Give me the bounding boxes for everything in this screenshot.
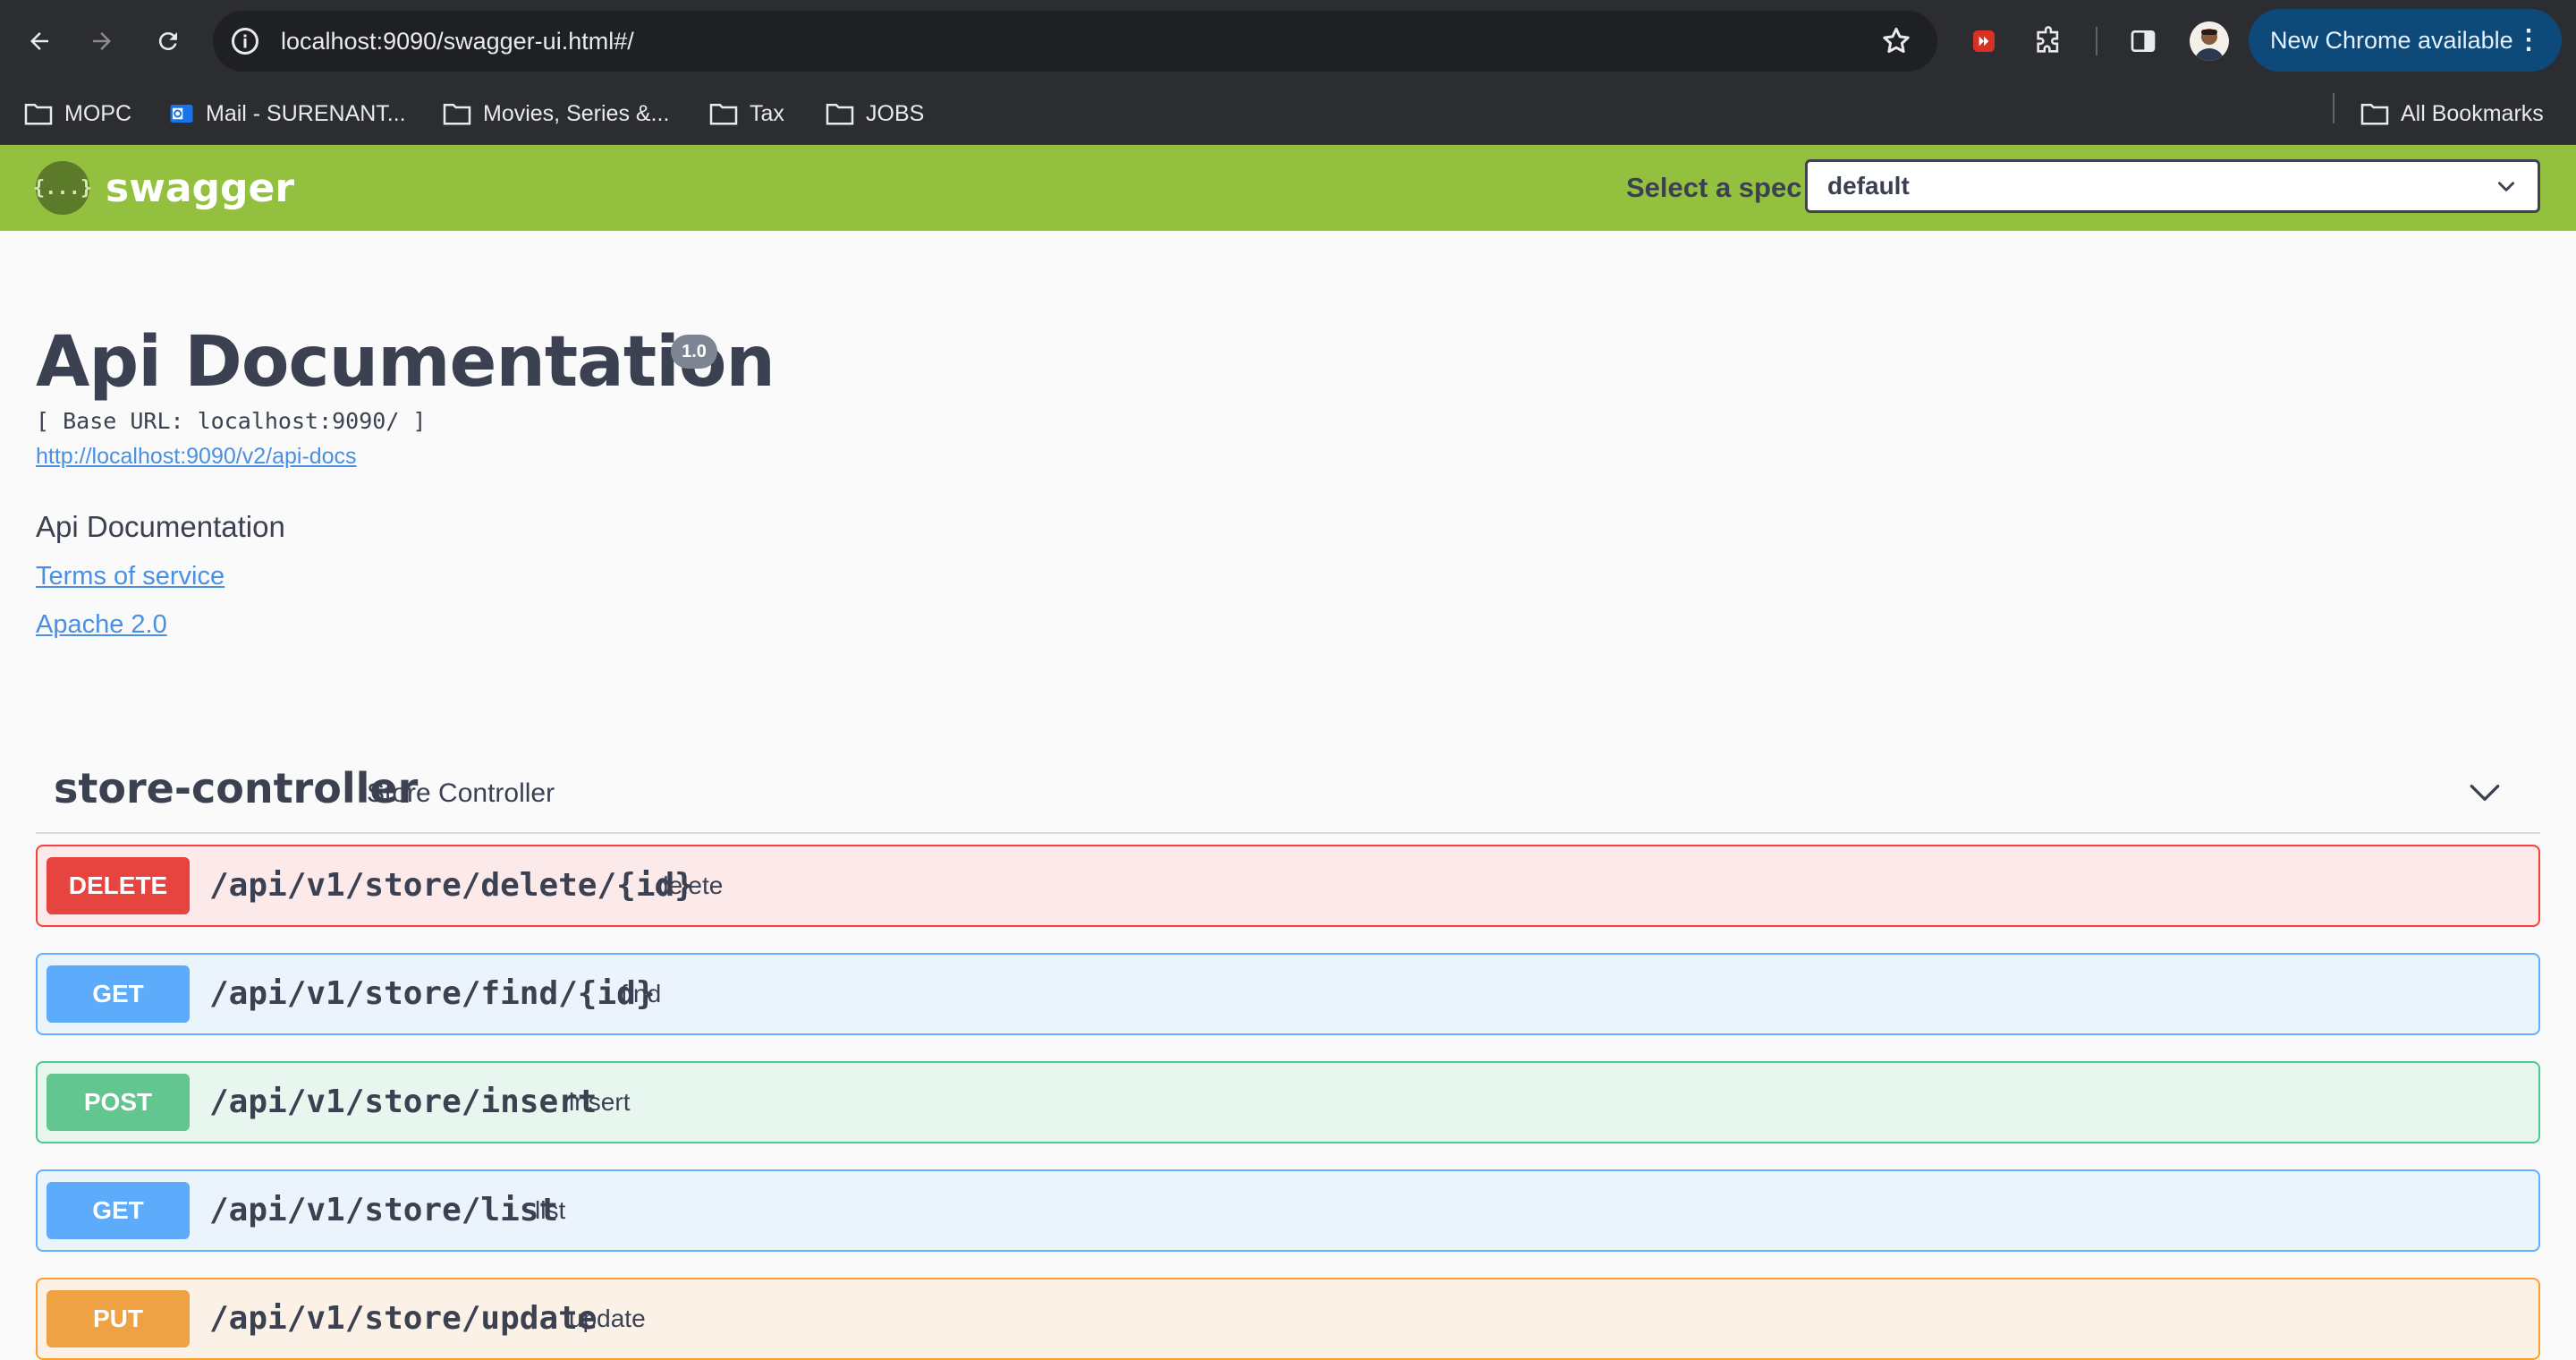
- browser-toolbar: localhost:9090/swagger-ui.html#/ New Chr…: [0, 0, 2576, 82]
- operation-summary: update: [569, 1305, 646, 1332]
- bookmarks-bar: MOPC Mail - SURENANT... Movies, Series &…: [0, 82, 2576, 145]
- media-extension-icon: [1973, 30, 1995, 52]
- reload-icon: [158, 32, 177, 51]
- swagger-logo[interactable]: {...} swagger: [33, 161, 295, 215]
- spec-select[interactable]: default: [1805, 159, 2540, 213]
- bookmark-label: JOBS: [866, 100, 925, 126]
- more-menu-icon: ⋮: [2515, 25, 2542, 55]
- folder-icon: [24, 103, 53, 125]
- method-badge-get: GET: [47, 1182, 190, 1239]
- method-badge-post: POST: [47, 1074, 190, 1131]
- bookmark-star-icon[interactable]: [1880, 25, 1912, 57]
- swagger-logo-icon: {...}: [33, 161, 92, 215]
- collapse-chevron-icon[interactable]: [2465, 773, 2504, 812]
- chevron-down-icon: [2498, 182, 2514, 191]
- forward-button[interactable]: [80, 20, 123, 63]
- operation-path: /api/v1/store/insert: [209, 1084, 597, 1120]
- base-url: [ Base URL: localhost:9090/ ]: [36, 408, 427, 434]
- address-bar[interactable]: localhost:9090/swagger-ui.html#/: [213, 11, 1937, 72]
- terms-of-service-link[interactable]: Terms of service: [36, 562, 225, 591]
- puzzle-icon: [2037, 26, 2059, 53]
- operation-path: /api/v1/store/find/{id}: [209, 975, 656, 1012]
- folder-icon: [709, 103, 738, 125]
- outlook-icon: [170, 105, 193, 123]
- operation-summary: list: [535, 1196, 566, 1224]
- url-text: localhost:9090/swagger-ui.html#/: [281, 28, 634, 55]
- bookmark-label: Mail - SURENANT...: [206, 100, 406, 126]
- operation-find-store[interactable]: GET /api/v1/store/find/{id} find: [36, 953, 2540, 1035]
- side-panel-icon: [2131, 30, 2156, 52]
- forward-arrow-icon: [93, 32, 111, 50]
- api-title: Api Documentation: [36, 322, 775, 403]
- operation-path: /api/v1/store/list: [209, 1192, 559, 1228]
- side-panel-button[interactable]: [2123, 21, 2163, 61]
- license-link[interactable]: Apache 2.0: [36, 610, 167, 640]
- all-bookmarks-label: All Bookmarks: [2401, 100, 2544, 126]
- version-badge: 1.0: [671, 335, 717, 369]
- bookmark-mopc[interactable]: MOPC: [23, 82, 131, 145]
- extensions-menu-button[interactable]: [2029, 21, 2068, 61]
- bookmark-mail[interactable]: Mail - SURENANT...: [168, 82, 406, 145]
- folder-icon: [826, 103, 854, 125]
- tag-header-store-controller[interactable]: store-controller Store Controller: [36, 752, 2540, 834]
- bookmark-movies[interactable]: Movies, Series &...: [442, 82, 669, 145]
- extension-button[interactable]: [1964, 21, 2004, 61]
- swagger-topbar: {...} swagger Select a spec default: [0, 145, 2576, 231]
- avatar-icon: [2190, 21, 2229, 61]
- swagger-logo-text: swagger: [106, 165, 295, 211]
- spec-select-label: Select a spec: [1626, 172, 1802, 203]
- folder-icon: [2360, 103, 2389, 125]
- operation-path: /api/v1/store/delete/{id}: [209, 867, 694, 904]
- bookmark-label: Movies, Series &...: [483, 100, 670, 126]
- tag-description: Store Controller: [367, 778, 555, 808]
- bookmark-jobs[interactable]: JOBS: [825, 82, 924, 145]
- operation-path: /api/v1/store/update: [209, 1300, 597, 1337]
- site-info-icon[interactable]: [229, 25, 261, 57]
- operation-insert-store[interactable]: POST /api/v1/store/insert insert: [36, 1061, 2540, 1143]
- reload-button[interactable]: [147, 20, 190, 63]
- method-badge-get: GET: [47, 965, 190, 1023]
- api-docs-link[interactable]: http://localhost:9090/v2/api-docs: [36, 444, 357, 470]
- bookmark-label: Tax: [750, 100, 784, 126]
- operation-list-store[interactable]: GET /api/v1/store/list list: [36, 1169, 2540, 1252]
- bookmark-tax[interactable]: Tax: [708, 82, 784, 145]
- operation-delete-store[interactable]: DELETE /api/v1/store/delete/{id} delete: [36, 845, 2540, 927]
- profile-avatar[interactable]: [2190, 21, 2229, 61]
- tag-name: store-controller: [54, 764, 419, 812]
- update-label: New Chrome available: [2270, 27, 2513, 54]
- toolbar-divider: [2096, 27, 2097, 55]
- method-badge-delete: DELETE: [47, 857, 190, 914]
- method-badge-put: PUT: [47, 1290, 190, 1347]
- back-button[interactable]: [18, 20, 61, 63]
- api-description: Api Documentation: [36, 510, 285, 543]
- operation-summary: insert: [569, 1088, 631, 1116]
- bookmark-label: MOPC: [64, 100, 131, 126]
- all-bookmarks[interactable]: All Bookmarks: [2360, 82, 2544, 145]
- back-arrow-icon: [30, 32, 48, 50]
- operation-update-store[interactable]: PUT /api/v1/store/update update: [36, 1278, 2540, 1360]
- folder-icon: [443, 103, 471, 125]
- operation-summary: find: [621, 980, 662, 1007]
- chrome-update-button[interactable]: New Chrome available ⋮: [2249, 9, 2562, 72]
- bookmarks-divider: [2333, 93, 2334, 123]
- spec-select-value: default: [1827, 172, 1910, 200]
- operation-summary: delete: [655, 871, 724, 899]
